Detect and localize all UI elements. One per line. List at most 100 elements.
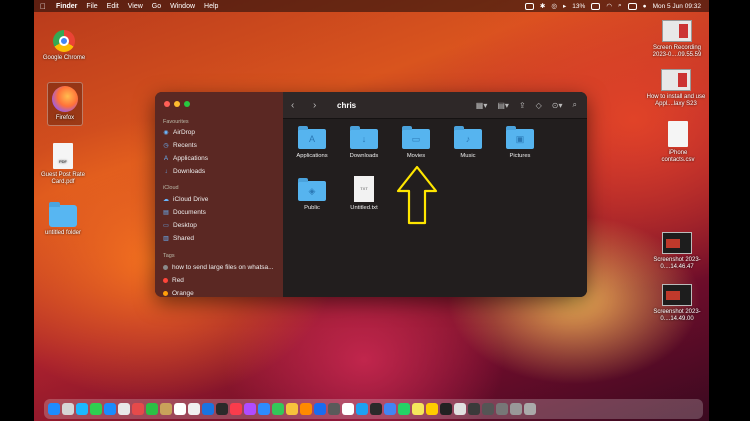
file-item-applications[interactable]: A Applications [287, 126, 337, 159]
dock-app-icon[interactable] [230, 403, 242, 415]
file-item-pictures[interactable]: ▣ Pictures [495, 126, 545, 159]
menu-datetime[interactable]: Mon 5 Jun 09:32 [653, 3, 701, 10]
dock-app-icon[interactable] [370, 403, 382, 415]
sidebar-tag-orange[interactable]: Orange [163, 290, 194, 297]
sidebar-item-label: Desktop [173, 222, 197, 229]
menu-file[interactable]: File [86, 3, 97, 10]
dock-app-icon[interactable] [76, 403, 88, 415]
menu-view[interactable]: View [128, 3, 143, 10]
dock-app-icon[interactable] [216, 403, 228, 415]
apple-icon[interactable]:  [40, 2, 46, 11]
tag-icon[interactable]: ◇ [536, 101, 542, 110]
desktop-icon-screenshot-2[interactable]: Screenshot 2023-0....14.49.00 [648, 284, 706, 323]
dock-app-icon[interactable] [398, 403, 410, 415]
close-button[interactable] [164, 101, 170, 107]
dock-app-icon[interactable] [510, 403, 522, 415]
menu-help[interactable]: Help [204, 3, 218, 10]
sidebar-tag-item[interactable]: how to send large files on whatsa... [163, 264, 274, 271]
icon-view-icon[interactable]: ▦▾ [476, 101, 488, 110]
dock-app-icon[interactable] [160, 403, 172, 415]
dock-app-icon[interactable] [258, 403, 270, 415]
control-center-icon[interactable] [627, 2, 637, 10]
dock-app-icon[interactable] [300, 403, 312, 415]
search-icon[interactable]: ⌕ [618, 2, 622, 10]
desktop-icon-chrome[interactable]: Google Chrome [40, 30, 88, 62]
share-icon[interactable]: ⇪ [519, 101, 526, 110]
dock-app-icon[interactable] [272, 403, 284, 415]
dock-app-icon[interactable] [202, 403, 214, 415]
more-actions-icon[interactable]: ⊙▾ [552, 101, 563, 110]
dock-app-icon[interactable] [454, 403, 466, 415]
desktop-icon-folder[interactable]: untitled folder [40, 202, 86, 237]
forward-icon[interactable]: › [313, 100, 327, 111]
dock-app-icon[interactable] [314, 403, 326, 415]
desktop-icon-firefox[interactable]: Firefox [47, 82, 83, 126]
dock-app-icon[interactable] [412, 403, 424, 415]
zoom-button[interactable] [184, 101, 190, 107]
dock-app-icon[interactable] [48, 403, 60, 415]
sidebar-item-documents[interactable]: ▤ Documents [163, 209, 206, 216]
sync-icon[interactable]: ◎ [551, 2, 557, 10]
dock-app-icon[interactable] [104, 403, 116, 415]
window-title: chris [337, 100, 357, 110]
dock-app-icon[interactable] [426, 403, 438, 415]
file-item-music[interactable]: ♪ Music [443, 126, 493, 159]
file-item-movies[interactable]: ▭ Movies [391, 126, 441, 159]
battery-icon[interactable] [591, 2, 601, 10]
sidebar-item-airdrop[interactable]: ◉ AirDrop [163, 129, 195, 136]
screenshot-thumbnail-icon [662, 284, 692, 306]
file-label: Movies [406, 153, 426, 159]
menu-window[interactable]: Window [170, 3, 195, 10]
dock-app-icon[interactable] [440, 403, 452, 415]
battery-percent[interactable]: 13% [572, 3, 585, 10]
sidebar-item-desktop[interactable]: ▭ Desktop [163, 222, 197, 229]
dock-app-icon[interactable] [62, 403, 74, 415]
group-icon[interactable]: ▤▾ [497, 101, 509, 110]
screen-record-icon[interactable] [524, 2, 534, 10]
toolbar-actions: ▦▾ ▤▾ ⇪ ◇ ⊙▾ ⌕ [476, 100, 577, 110]
desktop-icon-pdf[interactable]: PDF Guest Post Rate Card.pdf [38, 143, 88, 186]
dock-app-icon[interactable] [342, 403, 354, 415]
menu-go[interactable]: Go [152, 3, 161, 10]
file-item-public[interactable]: ◈ Public [287, 178, 337, 211]
dock-app-icon[interactable] [524, 403, 536, 415]
pictures-folder-icon: ▣ [506, 126, 534, 149]
file-item-downloads[interactable]: ↓ Downloads [339, 126, 389, 159]
menu-edit[interactable]: Edit [107, 3, 119, 10]
sidebar-item-icloud-drive[interactable]: ☁ iCloud Drive [163, 196, 208, 203]
sidebar-item-downloads[interactable]: ↓ Downloads [163, 168, 206, 175]
dock-app-icon[interactable] [90, 403, 102, 415]
dock-app-icon[interactable] [146, 403, 158, 415]
dock-app-icon[interactable] [356, 403, 368, 415]
window-controls [164, 101, 190, 107]
siri-icon[interactable]: ● [643, 3, 647, 10]
playback-icon[interactable]: ▸ [563, 2, 566, 10]
minimize-button[interactable] [174, 101, 180, 107]
search-icon[interactable]: ⌕ [573, 100, 577, 110]
sidebar-item-recents[interactable]: ◷ Recents [163, 142, 196, 149]
dock-app-icon[interactable] [328, 403, 340, 415]
desktop-icon-install-video[interactable]: How to install and use Appl....laxy S23 [644, 69, 708, 108]
back-icon[interactable]: ‹ [291, 100, 305, 111]
file-item-untitled-txt[interactable]: TXT Untitled.txt [339, 176, 389, 211]
sidebar-item-applications[interactable]: A Applications [163, 155, 208, 162]
wifi-icon[interactable]: ◠ [606, 2, 612, 10]
dock-app-icon[interactable] [482, 403, 494, 415]
sidebar-tag-red[interactable]: Red [163, 277, 184, 284]
dock-app-icon[interactable] [468, 403, 480, 415]
dock-app-icon[interactable] [188, 403, 200, 415]
dock-app-icon[interactable] [118, 403, 130, 415]
dock-app-icon[interactable] [286, 403, 298, 415]
dock-app-icon[interactable] [174, 403, 186, 415]
firefox-icon [52, 86, 78, 112]
sidebar-item-shared[interactable]: ▥ Shared [163, 235, 194, 242]
dock-app-icon[interactable] [244, 403, 256, 415]
desktop-icon-csv[interactable]: iPhone contacts.csv [654, 121, 702, 164]
dock-app-icon[interactable] [384, 403, 396, 415]
bluetooth-icon[interactable]: ✱ [540, 2, 545, 10]
dock-app-icon[interactable] [132, 403, 144, 415]
desktop-icon-screen-recording[interactable]: Screen Recording 2023-0....09.55.59 [648, 20, 706, 59]
dock-app-icon[interactable] [496, 403, 508, 415]
desktop-icon-screenshot-1[interactable]: Screenshot 2023-0....14.46.47 [648, 232, 706, 271]
menu-app-name[interactable]: Finder [56, 3, 77, 10]
